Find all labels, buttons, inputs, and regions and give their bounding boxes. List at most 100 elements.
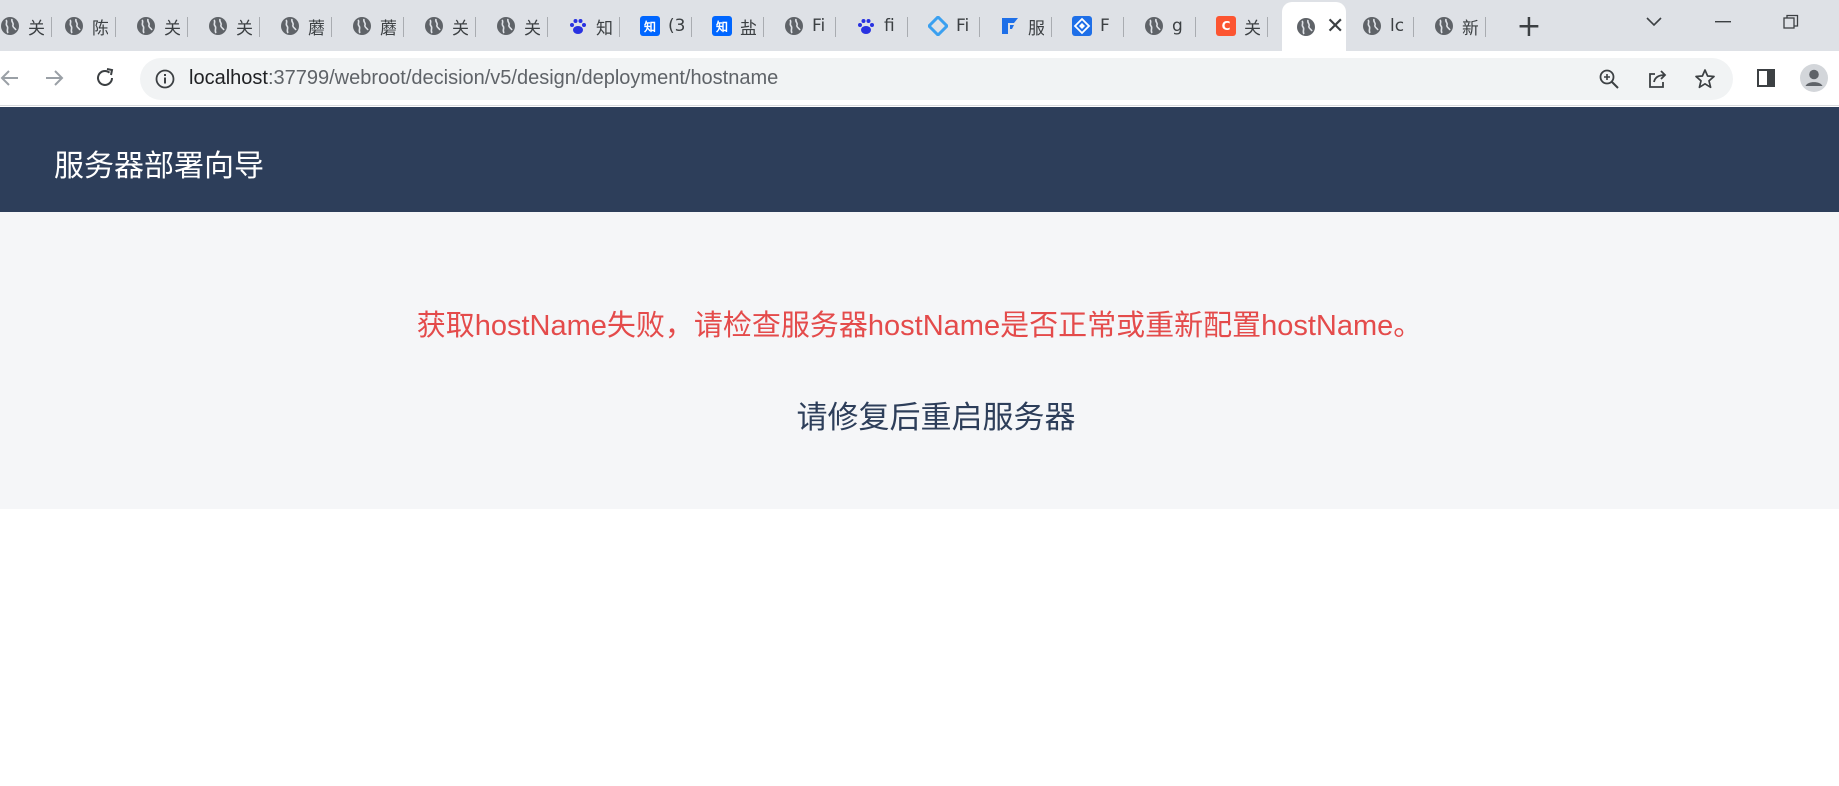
zhihu-icon: 知 bbox=[712, 16, 732, 36]
globe-icon bbox=[352, 16, 372, 36]
url-host: localhost bbox=[189, 67, 268, 89]
fanruan-logo-icon bbox=[1000, 16, 1020, 36]
tab-title: lc bbox=[1390, 16, 1405, 36]
tab-title: 知 bbox=[596, 18, 612, 39]
tab[interactable]: 知 (3 bbox=[628, 8, 692, 44]
tab[interactable]: 服 bbox=[988, 8, 1052, 44]
tab[interactable]: 知 bbox=[556, 8, 620, 44]
globe-icon bbox=[1434, 16, 1454, 36]
tab-title: 蘑 bbox=[308, 18, 324, 39]
side-panel-icon[interactable] bbox=[1749, 61, 1783, 95]
tab-badge-glyph: 知 bbox=[640, 16, 660, 36]
tab[interactable]: 知盐 bbox=[700, 8, 764, 44]
baidu-paw-icon bbox=[568, 16, 588, 36]
tab-title: 新 bbox=[1462, 18, 1478, 39]
tab[interactable]: g bbox=[1132, 8, 1196, 44]
tab[interactable]: 蘑 bbox=[340, 8, 404, 44]
tab-separator bbox=[547, 17, 548, 37]
tab-title: 服 bbox=[1028, 18, 1044, 39]
forward-arrow-icon[interactable] bbox=[38, 61, 72, 95]
tab[interactable]: fi bbox=[844, 8, 908, 44]
tab-separator bbox=[907, 17, 908, 37]
error-message: 获取hostName失败，请检查服务器hostName是否正常或重新配置host… bbox=[416, 310, 1423, 342]
globe-icon bbox=[136, 16, 156, 36]
tab-separator bbox=[1485, 17, 1486, 37]
tab-title: 关 bbox=[236, 18, 252, 39]
tab-separator bbox=[331, 17, 332, 37]
diamond-grid-logo-icon bbox=[1072, 16, 1092, 36]
tab-separator bbox=[115, 17, 116, 37]
restart-hint: 请修复后重启服务器 bbox=[796, 400, 1076, 436]
address-bar[interactable]: localhost:37799/webroot/decision/v5/desi… bbox=[140, 58, 1733, 100]
tab[interactable]: 新 bbox=[1422, 8, 1486, 44]
tab[interactable]: lc bbox=[1350, 8, 1414, 44]
reload-icon[interactable] bbox=[88, 61, 122, 95]
tab[interactable]: 关 bbox=[412, 8, 476, 44]
zoom-icon[interactable] bbox=[1597, 67, 1621, 91]
page-title: 服务器部署向导 bbox=[54, 149, 264, 184]
baidu-paw-icon bbox=[856, 16, 876, 36]
tab-separator bbox=[1195, 17, 1196, 37]
tab-title: fi bbox=[884, 16, 895, 36]
close-tab-icon[interactable]: ✕ bbox=[1326, 15, 1344, 38]
tab-search-chevron-icon[interactable] bbox=[1634, 8, 1674, 36]
csdn-icon: C bbox=[1216, 16, 1236, 36]
app-header: 服务器部署向导 bbox=[0, 107, 1839, 212]
globe-icon bbox=[208, 16, 228, 36]
tab-title: 盐 bbox=[740, 18, 756, 39]
tab[interactable]: 关 bbox=[196, 8, 260, 44]
tab-separator bbox=[979, 17, 980, 37]
tab-title: (3 bbox=[668, 16, 684, 36]
bookmark-star-icon[interactable] bbox=[1693, 67, 1717, 91]
profile-avatar-icon[interactable] bbox=[1797, 61, 1831, 95]
tab-title: 关 bbox=[1244, 18, 1260, 39]
tab[interactable]: 关 bbox=[0, 8, 52, 44]
url-text[interactable]: localhost:37799/webroot/decision/v5/desi… bbox=[189, 67, 778, 90]
tab[interactable]: C关 bbox=[1204, 8, 1268, 44]
tab-badge-glyph: C bbox=[1216, 16, 1236, 36]
tab-title: g bbox=[1172, 16, 1183, 36]
tab-separator bbox=[1267, 17, 1268, 37]
tab-separator bbox=[475, 17, 476, 37]
globe-icon bbox=[280, 16, 300, 36]
tab[interactable]: 关 bbox=[484, 8, 548, 44]
tab-separator bbox=[1051, 17, 1052, 37]
tab-badge-glyph: 知 bbox=[712, 16, 732, 36]
tab-active[interactable]: ✕ bbox=[1282, 2, 1346, 51]
globe-icon bbox=[0, 16, 20, 36]
tab-strip: 关陈关关蘑蘑关关知知 (3 知盐 Fi fi Fi 服 Fg C 关 ✕ lc 新 + bbox=[0, 0, 1839, 51]
tab-separator bbox=[763, 17, 764, 37]
share-icon[interactable] bbox=[1645, 67, 1669, 91]
globe-icon bbox=[1362, 16, 1382, 36]
tab-separator bbox=[259, 17, 260, 37]
tab-separator bbox=[1413, 17, 1414, 37]
tab-title: Fi bbox=[812, 16, 826, 36]
tab-title: Fi bbox=[956, 16, 970, 36]
site-info-icon[interactable] bbox=[154, 68, 176, 94]
diamond-logo-icon bbox=[928, 16, 948, 36]
tab[interactable]: Fi bbox=[772, 8, 836, 44]
tab[interactable]: F bbox=[1060, 8, 1124, 44]
main-content: 获取hostName失败，请检查服务器hostName是否正常或重新配置host… bbox=[0, 212, 1839, 509]
globe-icon bbox=[424, 16, 444, 36]
tab-title: 关 bbox=[452, 18, 468, 39]
tab-separator bbox=[1123, 17, 1124, 37]
minimize-icon[interactable] bbox=[1703, 8, 1743, 36]
tab[interactable]: 蘑 bbox=[268, 8, 332, 44]
tab-title: 关 bbox=[524, 18, 540, 39]
tab-title: F bbox=[1100, 16, 1110, 36]
globe-icon bbox=[64, 16, 84, 36]
restore-icon[interactable] bbox=[1771, 8, 1811, 36]
tab[interactable]: 陈 bbox=[52, 8, 116, 44]
tab[interactable]: Fi bbox=[916, 8, 980, 44]
browser-toolbar: localhost:37799/webroot/decision/v5/desi… bbox=[0, 51, 1839, 106]
tab-separator bbox=[187, 17, 188, 37]
new-tab-button[interactable]: + bbox=[1511, 8, 1547, 44]
back-arrow-icon[interactable] bbox=[0, 61, 26, 95]
tab[interactable]: 关 bbox=[124, 8, 188, 44]
tab-title: 关 bbox=[164, 18, 180, 39]
tab-title: 蘑 bbox=[380, 18, 396, 39]
globe-icon bbox=[1296, 17, 1316, 37]
tab-title: 陈 bbox=[92, 18, 108, 39]
tab-separator bbox=[835, 17, 836, 37]
